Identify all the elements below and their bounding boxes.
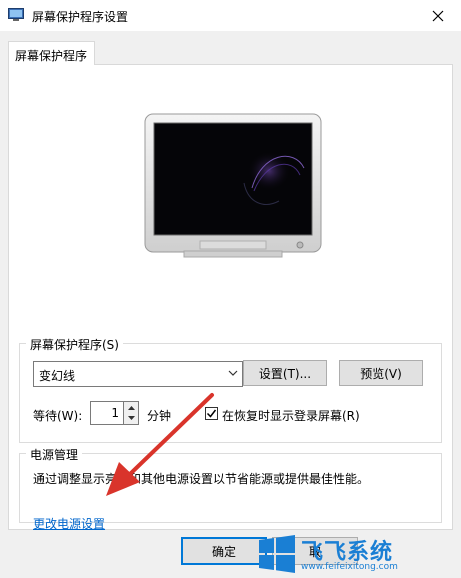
tab-screensaver[interactable]: 屏幕保护程序	[8, 41, 95, 65]
watermark-url: www.feifeixitong.com	[301, 562, 398, 572]
spin-down-icon[interactable]	[124, 413, 138, 424]
screensaver-selected-value: 变幻线	[39, 369, 76, 383]
tab-panel: 屏幕保护程序(S) 变幻线 设置(T)... 预览(V) 等待(W): 1 分钟	[8, 64, 453, 532]
power-group-label: 电源管理	[26, 446, 83, 463]
watermark: 飞飞系统 www.feifeixitong.com	[257, 534, 457, 576]
chevron-down-icon	[228, 370, 238, 376]
minutes-label: 分钟	[147, 409, 172, 423]
settings-button[interactable]: 设置(T)...	[243, 360, 327, 386]
monitor-preview	[144, 113, 322, 258]
windows-logo-icon	[259, 535, 295, 573]
checkmark-icon	[206, 409, 217, 418]
wait-label: 等待(W):	[33, 409, 83, 423]
change-power-settings-link[interactable]: 更改电源设置	[33, 515, 105, 532]
preview-button[interactable]: 预览(V)	[339, 360, 423, 386]
screensaver-group-label: 屏幕保护程序(S)	[26, 336, 123, 353]
screensaver-select[interactable]: 变幻线	[33, 361, 243, 387]
power-group: 电源管理	[19, 446, 442, 523]
monitor-icon	[8, 8, 24, 21]
resume-login-label[interactable]: 在恢复时显示登录屏幕(R)	[222, 407, 360, 424]
close-icon	[432, 10, 444, 21]
resume-login-checkbox[interactable]	[205, 407, 218, 420]
spin-up-icon[interactable]	[124, 402, 138, 413]
screensaver-group: 屏幕保护程序(S)	[19, 336, 442, 443]
power-description: 通过调整显示亮度和其他电源设置以节省能源或提供最佳性能。	[33, 472, 370, 486]
close-button[interactable]	[415, 0, 461, 31]
title-bar: 屏幕保护程序设置	[0, 0, 461, 31]
window-title: 屏幕保护程序设置	[32, 10, 129, 24]
ok-button[interactable]: 确定	[181, 537, 267, 565]
wait-spinner[interactable]	[124, 401, 139, 425]
dialog-body: 屏幕保护程序 屏幕保护程序(S) 变幻线 设置(T)... 预览(V) 等待(W…	[0, 31, 461, 578]
wait-minutes-input[interactable]: 1	[90, 401, 124, 425]
